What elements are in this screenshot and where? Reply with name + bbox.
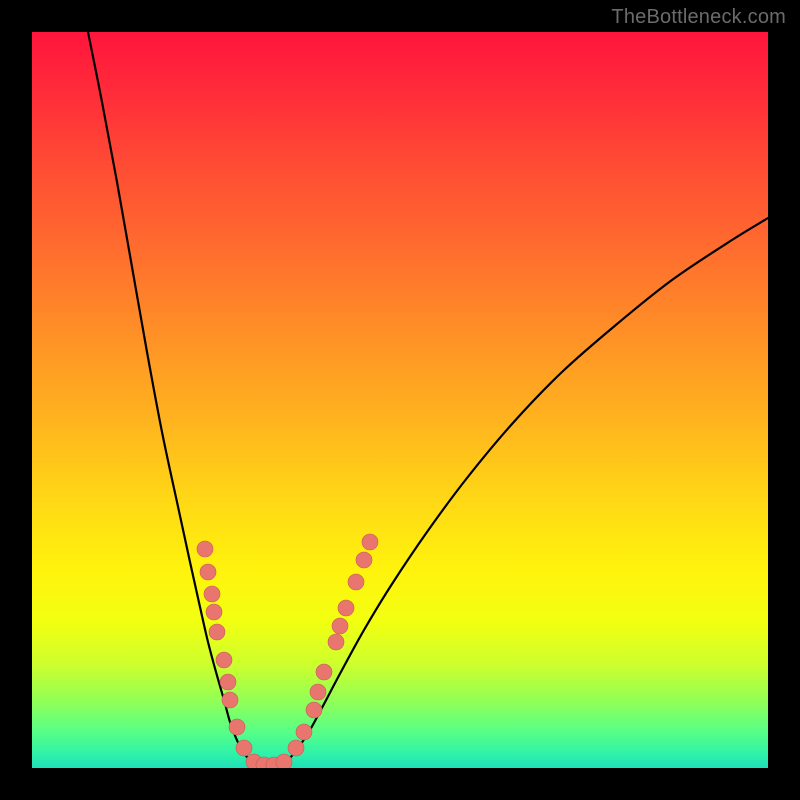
marker-dot [220,674,236,690]
marker-dot [216,652,232,668]
marker-dot [356,552,372,568]
watermark-text: TheBottleneck.com [611,6,786,29]
marker-dot [206,604,222,620]
chart-svg [32,32,768,768]
marker-dot [362,534,378,550]
marker-dot [204,586,220,602]
marker-dot [332,618,348,634]
marker-dot [316,664,332,680]
marker-dot [197,541,213,557]
marker-dot [306,702,322,718]
plot-area [32,32,768,768]
marker-dot [236,740,252,756]
marker-dot [288,740,304,756]
marker-dot [310,684,326,700]
marker-dot [229,719,245,735]
marker-dot [338,600,354,616]
outer-frame: TheBottleneck.com [0,0,800,800]
marker-dots-group [197,534,378,768]
marker-dot [328,634,344,650]
bottleneck-curve [88,32,768,767]
marker-dot [222,692,238,708]
marker-dot [200,564,216,580]
marker-dot [296,724,312,740]
marker-dot [276,754,292,768]
marker-dot [348,574,364,590]
marker-dot [209,624,225,640]
